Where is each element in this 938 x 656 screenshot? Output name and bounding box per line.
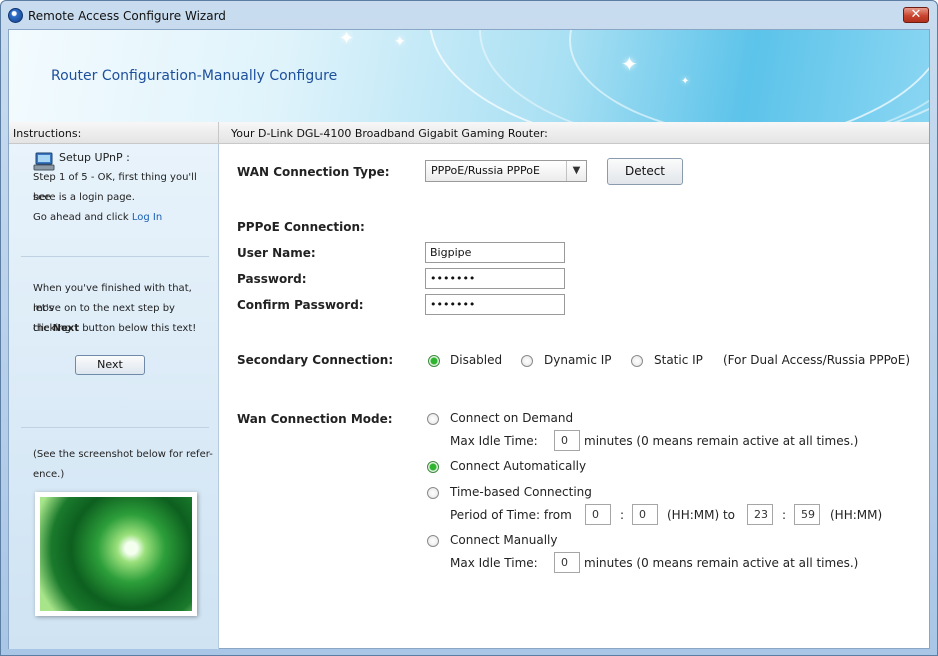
to-minute-input[interactable]: 59 <box>794 504 820 525</box>
finish-text-rest: button below this text! <box>82 323 197 334</box>
wan-type-select[interactable]: PPPoE/Russia PPPoE ▼ <box>425 160 587 182</box>
username-input[interactable]: Bigpipe <box>425 242 565 263</box>
mode-auto-radio[interactable] <box>427 461 439 473</box>
secondary-note: (For Dual Access/Russia PPPoE) <box>723 353 911 367</box>
secondary-static-label: Static IP <box>654 353 703 367</box>
sparkle-icon: ✦ <box>621 52 638 76</box>
divider <box>21 256 209 257</box>
max-idle-label: Max Idle Time: <box>450 556 538 570</box>
username-label: User Name: <box>237 246 316 260</box>
wan-mode-label: Wan Connection Mode: <box>237 412 393 426</box>
close-button[interactable]: ✕ <box>903 7 929 23</box>
close-icon: ✕ <box>910 7 922 22</box>
time-colon: : <box>782 508 787 522</box>
sparkle-icon: ✦ <box>394 34 406 50</box>
app-icon <box>8 8 23 23</box>
wan-type-value: PPPoE/Russia PPPoE <box>431 164 540 177</box>
max-idle-label: Max Idle Time: <box>450 434 538 448</box>
hhmm-to-label: (HH:MM) to <box>667 508 736 522</box>
pppoe-label: PPPoE Connection: <box>237 220 365 234</box>
sparkle-icon: ✦ <box>681 76 690 87</box>
reference-text-line: ence.) <box>33 469 65 480</box>
chevron-down-icon: ▼ <box>566 161 586 181</box>
period-label: Period of Time: from <box>450 508 572 522</box>
wan-type-label: WAN Connection Type: <box>237 165 390 179</box>
divider <box>21 427 209 428</box>
screenshot-thumbnail <box>35 492 197 616</box>
finish-text-next: Next <box>52 323 79 334</box>
secondary-dynamic-radio[interactable] <box>521 355 533 367</box>
mode-manual-radio[interactable] <box>427 535 439 547</box>
title-bar: Remote Access Configure Wizard ✕ <box>1 1 937 29</box>
wizard-window: Remote Access Configure Wizard ✕ ✦ ✦ ✦ ✦… <box>0 0 938 656</box>
client-area: ✦ ✦ ✦ ✦ Router Configuration-Manually Co… <box>8 29 930 649</box>
max-idle-input[interactable]: 0 <box>554 430 580 451</box>
thumbnail-image <box>40 497 192 611</box>
finish-text-line: the Next button below this text! <box>33 319 213 339</box>
router-form: WAN Connection Type: PPPoE/Russia PPPoE … <box>219 144 929 649</box>
secondary-disabled-radio[interactable] <box>428 355 440 367</box>
instructions-panel: Setup UPnP : Step 1 of 5 - OK, first thi… <box>9 144 219 649</box>
hhmm-label: (HH:MM) <box>830 508 883 522</box>
detect-button[interactable]: Detect <box>607 158 683 185</box>
confirm-password-input[interactable]: ••••••• <box>425 294 565 315</box>
max-idle-note: minutes (0 means remain active at all ti… <box>584 556 859 570</box>
next-button[interactable]: Next <box>75 355 145 375</box>
step-text-line: Go ahead and click Log In <box>33 208 213 228</box>
window-title: Remote Access Configure Wizard <box>28 9 226 23</box>
time-colon: : <box>620 508 625 522</box>
mode-manual-label: Connect Manually <box>450 533 558 547</box>
to-hour-input[interactable]: 23 <box>747 504 773 525</box>
step-text-line: here is a login page. <box>33 192 135 203</box>
step-text-go: Go ahead and click <box>33 212 129 223</box>
mode-auto-label: Connect Automatically <box>450 459 587 473</box>
instructions-header: Instructions: <box>9 122 219 144</box>
secondary-connection-label: Secondary Connection: <box>237 353 394 367</box>
login-link[interactable]: Log In <box>132 212 162 223</box>
password-input[interactable]: ••••••• <box>425 268 565 289</box>
page-title: Router Configuration-Manually Configure <box>51 68 338 84</box>
mode-on-demand-label: Connect on Demand <box>450 411 574 425</box>
finish-text-the: the <box>33 323 50 334</box>
mode-time-radio[interactable] <box>427 487 439 499</box>
from-hour-input[interactable]: 0 <box>585 504 611 525</box>
banner: ✦ ✦ ✦ ✦ Router Configuration-Manually Co… <box>9 30 929 122</box>
secondary-static-radio[interactable] <box>631 355 643 367</box>
mode-time-label: Time-based Connecting <box>450 485 592 499</box>
secondary-disabled-label: Disabled <box>450 353 503 367</box>
reference-text-line: (See the screenshot below for refer- <box>33 449 213 460</box>
from-minute-input[interactable]: 0 <box>632 504 658 525</box>
max-idle-input[interactable]: 0 <box>554 552 580 573</box>
step-title: Setup UPnP : <box>59 151 130 164</box>
mode-on-demand-radio[interactable] <box>427 413 439 425</box>
router-header: Your D-Link DGL-4100 Broadband Gigabit G… <box>219 122 929 144</box>
sparkle-icon: ✦ <box>339 30 355 49</box>
secondary-dynamic-label: Dynamic IP <box>544 353 612 367</box>
password-label: Password: <box>237 272 307 286</box>
confirm-password-label: Confirm Password: <box>237 298 364 312</box>
max-idle-note: minutes (0 means remain active at all ti… <box>584 434 859 448</box>
